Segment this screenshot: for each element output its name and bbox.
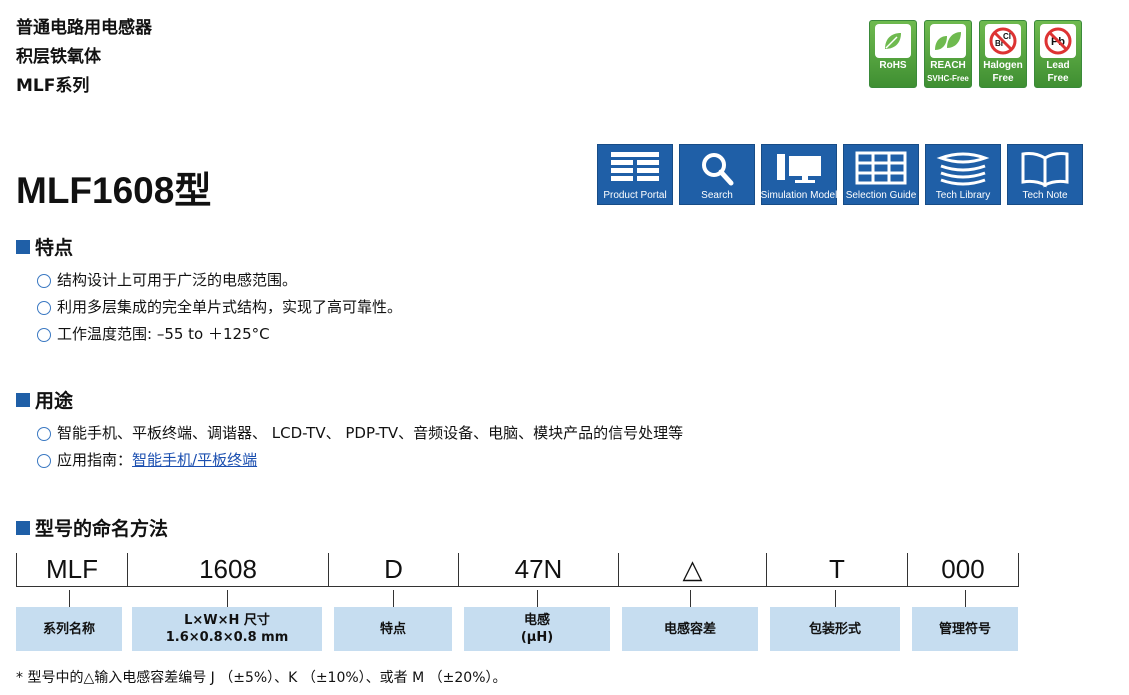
label-inductance: 电感 (μH) xyxy=(464,590,610,651)
list-item: 结构设计上可用于广泛的电感范围。 xyxy=(37,267,402,294)
simulation-model-button[interactable]: Simulation Model xyxy=(761,144,837,205)
label-feature: 特点 xyxy=(334,590,452,651)
tech-note-icon xyxy=(1021,152,1069,188)
reach-label-2: SVHC-Free xyxy=(927,74,969,83)
tech-note-label: Tech Note xyxy=(1022,190,1068,201)
lead-label-1: Lead xyxy=(1046,60,1070,71)
tolerance-note: * 型号中的△输入电感容差编号 J （±5%）、K （±10%）、或者 M （±… xyxy=(16,670,507,686)
code-management: 000 xyxy=(908,553,1019,587)
bullet-circle-icon xyxy=(37,426,51,441)
leaf-icon xyxy=(875,24,911,58)
applications-heading: 用途 xyxy=(16,386,73,413)
bullet-circle-icon xyxy=(37,453,51,468)
svg-text:Cl: Cl xyxy=(1003,32,1011,41)
search-label: Search xyxy=(701,190,733,201)
label-size: L×W×H 尺寸 1.6×0.8×0.8 mm xyxy=(132,590,322,651)
part-number-labels: 系列名称 L×W×H 尺寸 1.6×0.8×0.8 mm 特点 电感 (μH) 电感… xyxy=(16,590,1018,651)
tech-library-button[interactable]: Tech Library xyxy=(925,144,1001,205)
selection-guide-icon xyxy=(855,151,907,185)
rohs-label: RoHS xyxy=(879,60,907,71)
simulation-model-icon xyxy=(777,154,821,183)
applications-heading-text: 用途 xyxy=(35,390,74,412)
heading-marker-icon xyxy=(16,239,30,254)
bullet-circle-icon xyxy=(37,300,51,315)
search-button[interactable]: Search xyxy=(679,144,755,205)
features-list: 结构设计上可用于广泛的电感范围。 利用多层集成的完全单片式结构，实现了高可靠性。… xyxy=(37,267,402,348)
code-tolerance: △ xyxy=(619,553,767,587)
search-icon xyxy=(702,153,734,186)
lead-free-badge: Pb Lead Free xyxy=(1034,20,1082,88)
product-portal-button[interactable]: Product Portal xyxy=(597,144,673,205)
tech-library-icon xyxy=(936,152,990,186)
bullet-circle-icon xyxy=(37,327,51,342)
halogen-free-badge: Cl Br Halogen Free xyxy=(979,20,1027,88)
lead-label-2: Free xyxy=(1047,73,1069,84)
model-title: MLF1608型 xyxy=(16,170,212,211)
list-item: 应用指南： 智能手机/平板终端 xyxy=(37,447,683,474)
reach-label-1: REACH xyxy=(930,60,966,71)
leaf-pair-icon xyxy=(930,24,966,58)
naming-heading-text: 型号的命名方法 xyxy=(35,518,169,540)
bullet-circle-icon xyxy=(37,273,51,288)
product-portal-icon xyxy=(611,152,659,181)
code-size: 1608 xyxy=(128,553,329,587)
code-packaging: T xyxy=(767,553,908,587)
application-guide-link[interactable]: 智能手机/平板终端 xyxy=(132,447,257,474)
code-feature: D xyxy=(329,553,459,587)
rohs-badge: RoHS xyxy=(869,20,917,88)
code-inductance: 47N xyxy=(459,553,619,587)
compliance-badges: RoHS REACH SVHC-Free Cl Br Halogen Free … xyxy=(869,20,1082,88)
heading-marker-icon xyxy=(16,520,30,535)
product-portal-label: Product Portal xyxy=(603,190,667,201)
label-series: 系列名称 xyxy=(16,590,122,651)
series-title: 普通电路用电感器 积层铁氧体 MLF系列 xyxy=(16,14,152,101)
no-halogen-icon: Cl Br xyxy=(985,24,1021,58)
halogen-label-2: Free xyxy=(992,73,1014,84)
list-item: 利用多层集成的完全单片式结构，实现了高可靠性。 xyxy=(37,294,402,321)
selection-guide-button[interactable]: Selection Guide xyxy=(843,144,919,205)
tech-library-label: Tech Library xyxy=(935,190,991,201)
no-lead-icon: Pb xyxy=(1040,24,1076,58)
naming-heading: 型号的命名方法 xyxy=(16,514,168,541)
list-item: 智能手机、平板终端、调谐器、 LCD-TV、 PDP-TV、音频设备、电脑、模块… xyxy=(37,420,683,447)
selection-guide-label: Selection Guide xyxy=(845,190,917,201)
series-line-1: 普通电路用电感器 xyxy=(16,18,152,38)
features-heading-text: 特点 xyxy=(35,237,74,259)
features-heading: 特点 xyxy=(16,233,73,260)
simulation-model-label: Simulation Model xyxy=(760,190,838,201)
series-line-2: 积层铁氧体 xyxy=(16,47,101,67)
tool-links: Product Portal Search Simulation Model S… xyxy=(597,144,1083,205)
tech-note-button[interactable]: Tech Note xyxy=(1007,144,1083,205)
reach-badge: REACH SVHC-Free xyxy=(924,20,972,88)
halogen-label-1: Halogen xyxy=(983,60,1023,71)
series-line-3: MLF系列 xyxy=(16,76,90,96)
applications-list: 智能手机、平板终端、调谐器、 LCD-TV、 PDP-TV、音频设备、电脑、模块… xyxy=(37,420,683,474)
label-management: 管理符号 xyxy=(912,590,1018,651)
list-item: 工作温度范围: –55 to ＋125°C xyxy=(37,321,402,348)
label-packaging: 包装形式 xyxy=(770,590,900,651)
code-series: MLF xyxy=(16,553,128,587)
part-number-codes: MLF 1608 D 47N △ T 000 xyxy=(16,553,1019,587)
heading-marker-icon xyxy=(16,392,30,407)
label-tolerance: 电感容差 xyxy=(622,590,758,651)
